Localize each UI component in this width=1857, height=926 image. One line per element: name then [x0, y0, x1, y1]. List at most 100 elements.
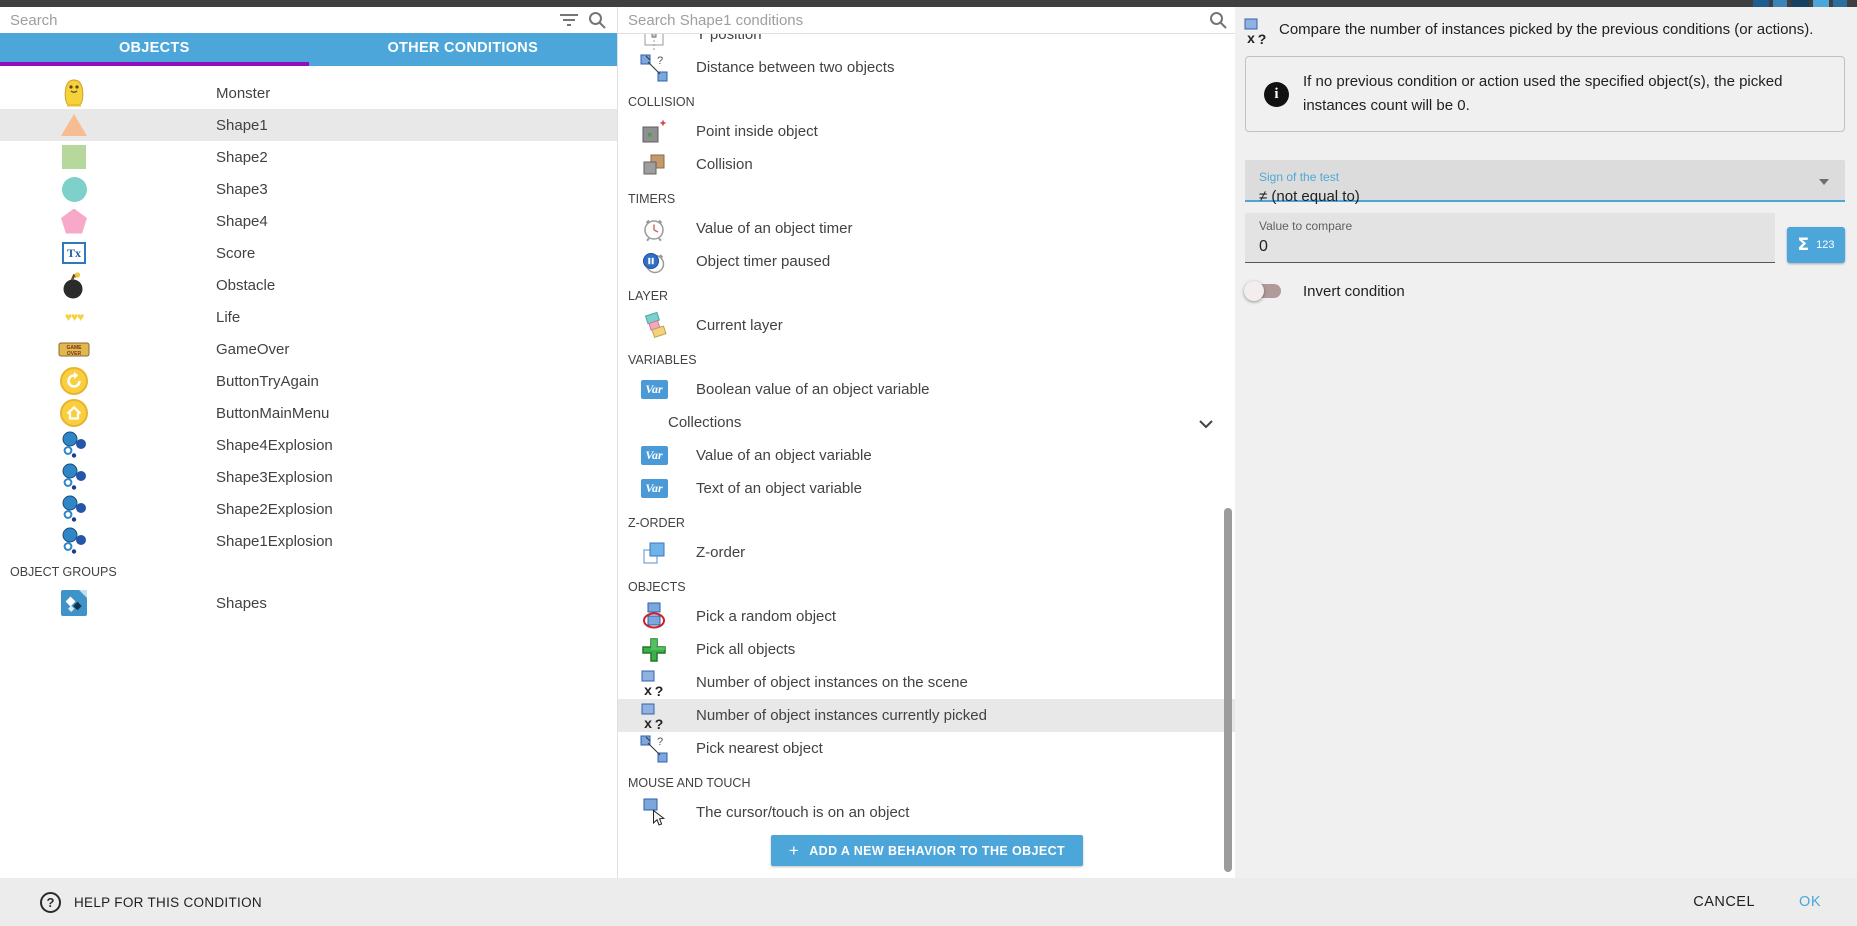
condition-item[interactable]: Var Text of an object variable — [618, 472, 1236, 505]
pick-nearest-icon: ? — [638, 733, 670, 765]
condition-label: Z-order — [696, 544, 745, 561]
invert-condition-row: Invert condition — [1247, 279, 1845, 303]
help-label: HELP FOR THIS CONDITION — [74, 895, 262, 910]
value-to-compare-field[interactable]: Value to compare — [1245, 213, 1775, 263]
condition-section-header: OBJECTS — [618, 569, 1236, 600]
condition-item[interactable]: x? Number of object instances on the sce… — [618, 666, 1236, 699]
collections-collapsible-row[interactable]: Collections — [618, 406, 1236, 439]
conditions-scrollbar-thumb[interactable] — [1224, 508, 1232, 872]
add-behavior-button[interactable]: + ADD A NEW BEHAVIOR TO THE OBJECT — [771, 835, 1083, 866]
object-label: ButtonMainMenu — [216, 405, 329, 422]
object-item-Monster[interactable]: Monster — [0, 77, 617, 109]
invert-condition-toggle[interactable] — [1247, 284, 1281, 298]
objects-list: Monster Shape1 Shape2 Shape3 Shape4 Tx S… — [0, 70, 617, 878]
condition-item[interactable]: Object timer paused — [618, 245, 1236, 278]
object-item-Shape2Explosion[interactable]: Shape2Explosion — [0, 493, 617, 525]
condition-item[interactable]: Point inside object — [618, 115, 1236, 148]
sign-of-test-label: Sign of the test — [1259, 170, 1831, 184]
object-label: Shape3Explosion — [216, 469, 333, 486]
text-object-icon: Tx — [56, 237, 92, 269]
condition-item[interactable]: Var Value of an object variable — [618, 439, 1236, 472]
chevron-down-icon — [1198, 416, 1214, 433]
var-icon: Var — [638, 374, 670, 406]
condition-label: Text of an object variable — [696, 480, 862, 497]
bomb-icon — [56, 269, 92, 301]
condition-item[interactable]: Value of an object timer — [618, 212, 1236, 245]
timer-paused-icon — [638, 246, 670, 278]
object-item-Obstacle[interactable]: Obstacle — [0, 269, 617, 301]
background-window-strip — [0, 0, 1857, 7]
y-position-icon — [638, 34, 670, 51]
svg-text:x: x — [1247, 30, 1255, 45]
condition-item[interactable]: Pick a random object — [618, 600, 1236, 633]
object-item-ButtonMainMenu[interactable]: ButtonMainMenu — [0, 397, 617, 429]
object-label: Shape3 — [216, 181, 268, 198]
expression-button-label: 123 — [1816, 239, 1834, 251]
search-icon[interactable] — [1204, 8, 1232, 32]
help-button[interactable]: ? HELP FOR THIS CONDITION — [40, 892, 262, 913]
filter-icon[interactable] — [555, 8, 583, 32]
condition-label: Y position — [696, 34, 762, 43]
object-item-Shape4[interactable]: Shape4 — [0, 205, 617, 237]
object-group-label: Shapes — [216, 595, 267, 612]
info-text: If no previous condition or action used … — [1303, 70, 1823, 118]
condition-label: Object timer paused — [696, 253, 830, 270]
object-item-ButtonTryAgain[interactable]: ButtonTryAgain — [0, 365, 617, 397]
condition-label: Boolean value of an object variable — [696, 381, 930, 398]
object-item-Shape1Explosion[interactable]: Shape1Explosion — [0, 525, 617, 557]
object-item-Score[interactable]: Tx Score — [0, 237, 617, 269]
object-label: ButtonTryAgain — [216, 373, 319, 390]
object-item-GameOver[interactable]: GAMEOVER GameOver — [0, 333, 617, 365]
conditions-search-input[interactable] — [618, 12, 1204, 29]
object-item-Shape3Explosion[interactable]: Shape3Explosion — [0, 461, 617, 493]
object-item-Shape3[interactable]: Shape3 — [0, 173, 617, 205]
condition-item[interactable]: ? Distance between two objects — [618, 51, 1236, 84]
cancel-button[interactable]: CANCEL — [1687, 893, 1761, 911]
background-window-icons — [1813, 0, 1829, 7]
condition-item[interactable]: Pick all objects — [618, 633, 1236, 666]
sigma-icon: Σ — [1798, 235, 1810, 255]
triangle-icon — [56, 109, 92, 141]
object-label: Shape4Explosion — [216, 437, 333, 454]
hearts-icon: ♥♥♥ — [56, 301, 92, 333]
condition-item[interactable]: Z-order — [618, 536, 1236, 569]
object-group-item-Shapes[interactable]: Shapes — [0, 587, 617, 619]
ok-button[interactable]: OK — [1793, 893, 1827, 911]
tab-other-conditions[interactable]: OTHER CONDITIONS — [309, 33, 618, 62]
expression-editor-button[interactable]: Σ 123 — [1787, 227, 1845, 263]
condition-label: Point inside object — [696, 123, 818, 140]
gameover-banner-icon: GAMEOVER — [56, 333, 92, 365]
circle-icon — [56, 173, 92, 205]
object-label: Monster — [216, 85, 270, 102]
condition-item[interactable]: ? Pick nearest object — [618, 732, 1236, 765]
object-item-Shape4Explosion[interactable]: Shape4Explosion — [0, 429, 617, 461]
search-icon[interactable] — [583, 8, 611, 32]
conditions-panel: Y position ? Distance between two object… — [617, 7, 1236, 878]
object-item-Life[interactable]: ♥♥♥ Life — [0, 301, 617, 333]
condition-item[interactable]: Var Boolean value of an object variable — [618, 373, 1236, 406]
object-label: Life — [216, 309, 240, 326]
condition-label: Value of an object variable — [696, 447, 872, 464]
instances-count-icon: x? — [638, 667, 670, 699]
instances-picked-icon: x? — [1243, 17, 1271, 45]
tab-objects[interactable]: OBJECTS — [0, 33, 309, 62]
condition-item[interactable]: The cursor/touch is on an object — [618, 796, 1236, 829]
condition-item[interactable]: Collision — [618, 148, 1236, 181]
background-window-icons — [1791, 0, 1809, 7]
condition-item[interactable]: x? Number of object instances currently … — [618, 699, 1236, 732]
square-icon — [56, 141, 92, 173]
condition-editor-dialog: OBJECTS OTHER CONDITIONS Monster Shape1 … — [0, 0, 1857, 926]
svg-text:?: ? — [1258, 31, 1267, 45]
object-label: GameOver — [216, 341, 289, 358]
condition-item[interactable]: Y position — [618, 34, 1236, 51]
sign-of-test-select[interactable]: Sign of the test ≠ (not equal to) — [1245, 160, 1845, 202]
objects-search-input[interactable] — [0, 12, 555, 29]
object-item-Shape2[interactable]: Shape2 — [0, 141, 617, 173]
condition-item[interactable]: Current layer — [618, 309, 1236, 342]
layer-icon — [638, 310, 670, 342]
value-to-compare-input[interactable] — [1259, 238, 1761, 256]
object-label: Shape1Explosion — [216, 533, 333, 550]
object-item-Shape1[interactable]: Shape1 — [0, 109, 617, 141]
add-behavior-label: ADD A NEW BEHAVIOR TO THE OBJECT — [809, 844, 1065, 858]
particles-icon — [56, 429, 92, 461]
